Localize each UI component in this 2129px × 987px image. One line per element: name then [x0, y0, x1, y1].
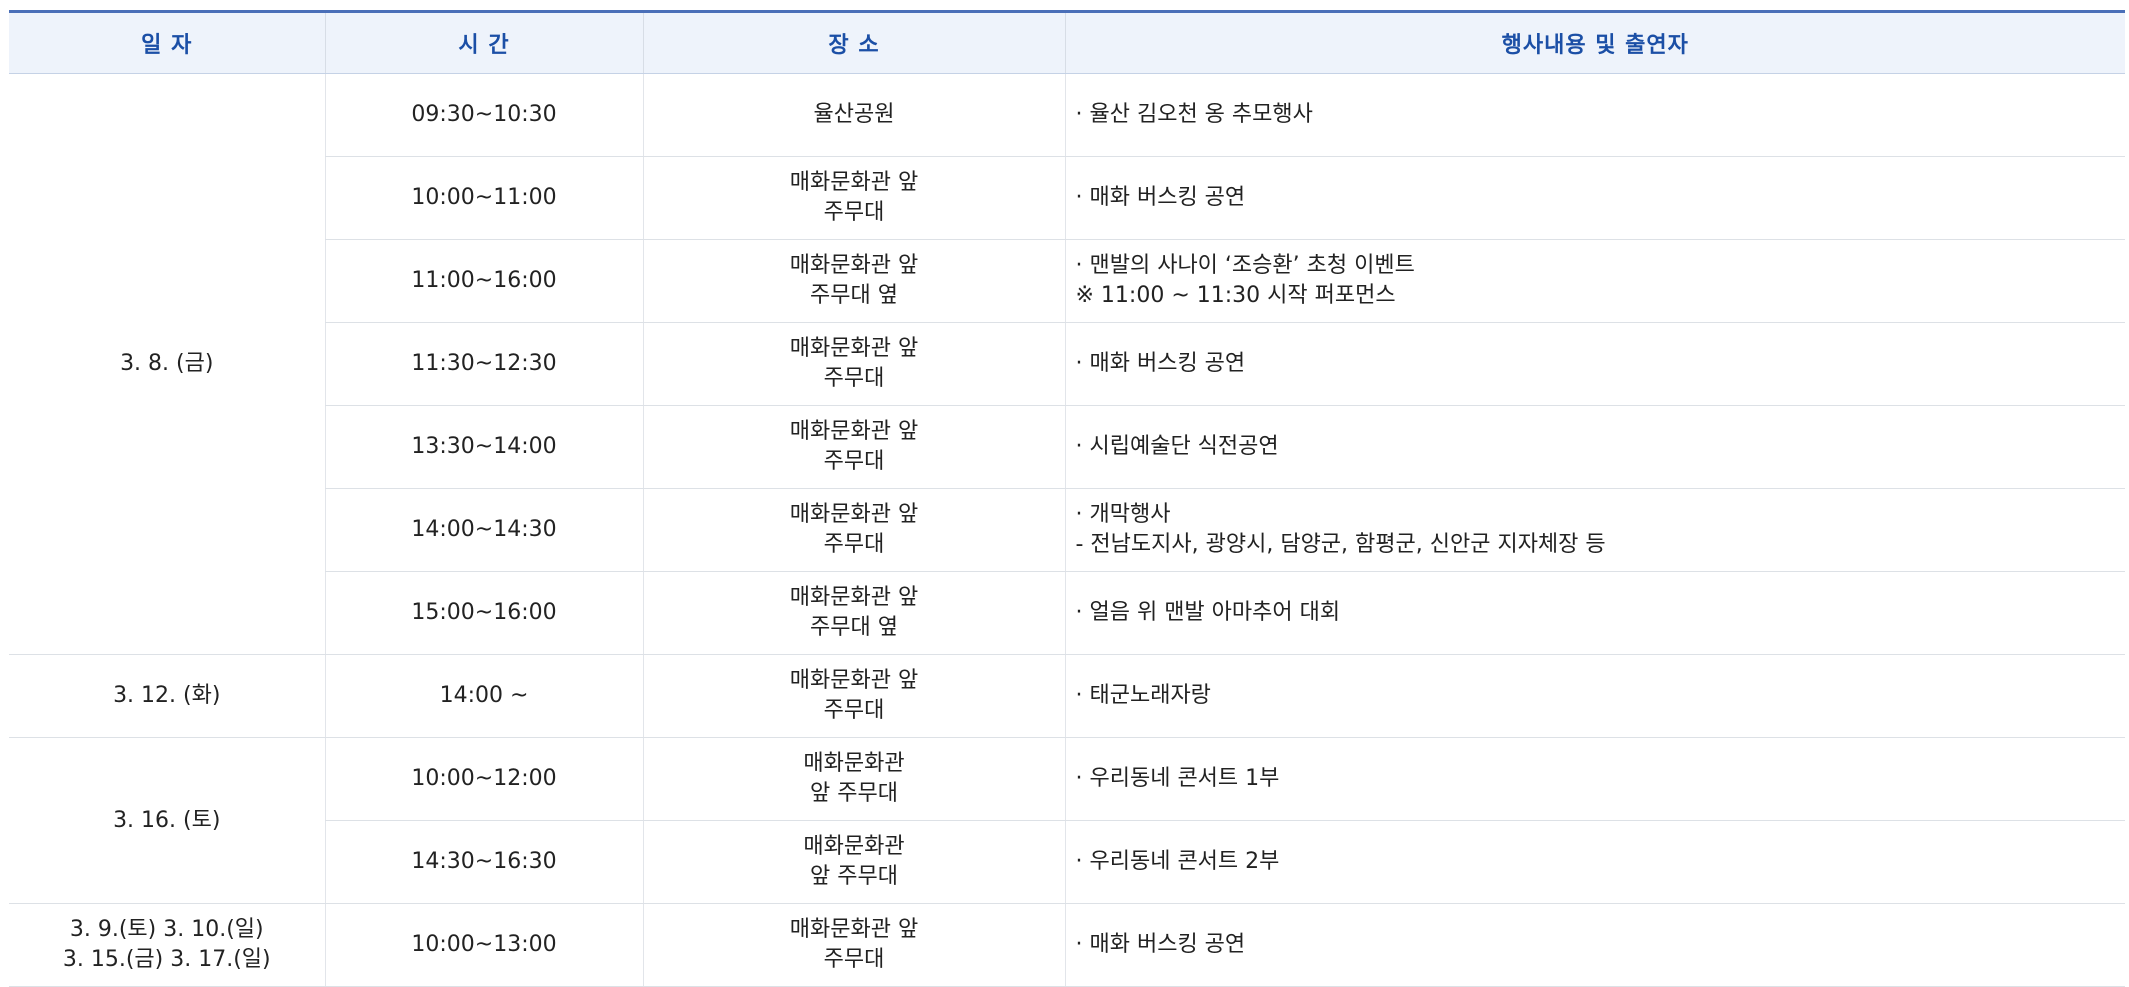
time-cell: 15:00~16:00 [324, 571, 643, 655]
time-cell: 11:00~16:00 [324, 239, 643, 323]
place-line: 앞 주무대 [810, 864, 898, 889]
content-line: · 매화 버스킹 공연 [1075, 185, 1246, 210]
content-cell: · 우리동네 콘서트 2부 [1064, 820, 2125, 904]
place-line: 주무대 [823, 698, 885, 723]
content-cell: · 개막행사 - 전남도지사, 광양시, 담양군, 함평군, 신안군 지자체장 등 [1064, 488, 2125, 572]
header-content: 행사내용 및 출연자 [1064, 10, 2125, 74]
place-line: 율산공원 [813, 102, 895, 127]
content-line: - 전남도지사, 광양시, 담양군, 함평군, 신안군 지자체장 등 [1075, 532, 1606, 557]
table-row: 14:30~16:30 매화문화관앞 주무대 · 우리동네 콘서트 2부 [9, 820, 2125, 904]
content-line: · 매화 버스킹 공연 [1075, 932, 1246, 957]
content-line: · 얼음 위 맨발 아마추어 대회 [1075, 600, 1341, 625]
place-line: 주무대 옆 [810, 615, 898, 640]
place-line: 주무대 [823, 947, 885, 972]
place-line: 매화문화관 [803, 834, 905, 859]
date-cell: 3. 9.(토) 3. 10.(일) 3. 15.(금) 3. 17.(일) [9, 903, 325, 987]
place-line: 매화문화관 앞 [789, 585, 919, 610]
content-line: · 시립예술단 식전공연 [1075, 434, 1279, 459]
place-line: 앞 주무대 [810, 781, 898, 806]
place-cell: 매화문화관 앞주무대 [642, 903, 1065, 987]
date-cell: 3. 8. (금) [9, 73, 325, 655]
table-row: 14:00~14:30 매화문화관 앞주무대 · 개막행사 - 전남도지사, 광양… [9, 488, 2125, 572]
place-cell: 매화문화관앞 주무대 [642, 820, 1065, 904]
content-line: · 우리동네 콘서트 2부 [1075, 849, 1280, 874]
table-row: 10:00~11:00 매화문화관 앞주무대 · 매화 버스킹 공연 [9, 156, 2125, 240]
content-cell: · 우리동네 콘서트 1부 [1064, 737, 2125, 821]
place-cell: 매화문화관 앞주무대 [642, 405, 1065, 489]
date-cell: 3. 16. (토) [9, 737, 325, 904]
content-line: · 매화 버스킹 공연 [1075, 351, 1246, 376]
place-cell: 매화문화관 앞주무대 [642, 654, 1065, 738]
schedule-table-container: 일 자 시 간 장 소 행사내용 및 출연자 3. 8. (금) 09:30~1… [9, 10, 2125, 987]
place-line: 매화문화관 앞 [789, 917, 919, 942]
time-cell: 10:00~12:00 [324, 737, 643, 821]
time-cell: 14:00~14:30 [324, 488, 643, 572]
header-date: 일 자 [9, 10, 325, 74]
table-row: 15:00~16:00 매화문화관 앞주무대 옆 · 얼음 위 맨발 아마추어 … [9, 571, 2125, 655]
content-line: ※ 11:00 ~ 11:30 시작 퍼포먼스 [1075, 283, 1396, 308]
place-line: 매화문화관 앞 [789, 253, 919, 278]
content-cell: · 매화 버스킹 공연 [1064, 322, 2125, 406]
time-cell: 14:00 ~ [324, 654, 643, 738]
time-cell: 10:00~13:00 [324, 903, 643, 987]
content-cell: · 율산 김오천 옹 추모행사 [1064, 73, 2125, 157]
content-cell: · 태군노래자랑 [1064, 654, 2125, 738]
time-cell: 13:30~14:00 [324, 405, 643, 489]
place-line: 주무대 [823, 200, 885, 225]
place-cell: 매화문화관 앞주무대 옆 [642, 571, 1065, 655]
place-line: 매화문화관 앞 [789, 668, 919, 693]
place-line: 매화문화관 [803, 751, 905, 776]
table-row: 3. 16. (토) 10:00~12:00 매화문화관 앞 주무대 · 우리동네… [9, 737, 2125, 904]
event-schedule-table: 일 자 시 간 장 소 행사내용 및 출연자 3. 8. (금) 09:30~1… [9, 10, 2125, 987]
content-line: · 율산 김오천 옹 추모행사 [1075, 102, 1313, 127]
time-cell: 11:30~12:30 [324, 322, 643, 406]
place-cell: 매화문화관 앞주무대 옆 [642, 239, 1065, 323]
place-line: 매화문화관 앞 [789, 170, 919, 195]
place-cell: 율산공원 [642, 73, 1065, 157]
date-line: 3. 9.(토) 3. 10.(일) [69, 917, 264, 942]
time-cell: 14:30~16:30 [324, 820, 643, 904]
table-row: 13:30~14:00 매화문화관 앞주무대 · 시립예술단 식전공연 [9, 405, 2125, 489]
content-line: · 태군노래자랑 [1075, 683, 1211, 708]
content-cell: · 매화 버스킹 공연 [1064, 903, 2125, 987]
time-cell: 10:00~11:00 [324, 156, 643, 240]
date-cell: 3. 12. (화) [9, 654, 325, 738]
content-line: · 맨발의 사나이 ‘조승환’ 초청 이벤트 [1075, 253, 1415, 278]
place-cell: 매화문화관앞 주무대 [642, 737, 1065, 821]
place-cell: 매화문화관 앞주무대 [642, 322, 1065, 406]
table-row: 3. 8. (금) 09:30~10:30 율산공원 · 율산 김오천 옹 추모… [9, 73, 2125, 655]
table-row: 3. 12. (화) 14:00 ~ 매화문화관 앞주무대 · 태군노래자랑 [9, 654, 2125, 738]
table-header-row: 일 자 시 간 장 소 행사내용 및 출연자 [9, 10, 2125, 74]
content-cell: · 매화 버스킹 공연 [1064, 156, 2125, 240]
place-line: 주무대 [823, 449, 885, 474]
place-line: 주무대 [823, 532, 885, 557]
place-cell: 매화문화관 앞주무대 [642, 488, 1065, 572]
content-line: · 개막행사 [1075, 502, 1171, 527]
place-line: 매화문화관 앞 [789, 336, 919, 361]
content-cell: · 시립예술단 식전공연 [1064, 405, 2125, 489]
header-time: 시 간 [324, 10, 643, 74]
place-line: 매화문화관 앞 [789, 419, 919, 444]
place-line: 주무대 [823, 366, 885, 391]
content-line: · 우리동네 콘서트 1부 [1075, 766, 1280, 791]
table-row: 3. 9.(토) 3. 10.(일) 3. 15.(금) 3. 17.(일) 10… [9, 903, 2125, 987]
content-cell: · 맨발의 사나이 ‘조승환’ 초청 이벤트 ※ 11:00 ~ 11:30 시작… [1064, 239, 2125, 323]
header-place: 장 소 [642, 10, 1065, 74]
time-cell: 09:30~10:30 [324, 73, 643, 157]
date-line: 3. 15.(금) 3. 17.(일) [62, 947, 271, 972]
place-cell: 매화문화관 앞주무대 [642, 156, 1065, 240]
content-cell: · 얼음 위 맨발 아마추어 대회 [1064, 571, 2125, 655]
place-line: 주무대 옆 [810, 283, 898, 308]
place-line: 매화문화관 앞 [789, 502, 919, 527]
table-row: 11:30~12:30 매화문화관 앞주무대 · 매화 버스킹 공연 [9, 322, 2125, 406]
table-row: 11:00~16:00 매화문화관 앞주무대 옆 · 맨발의 사나이 ‘조승환’… [9, 239, 2125, 323]
